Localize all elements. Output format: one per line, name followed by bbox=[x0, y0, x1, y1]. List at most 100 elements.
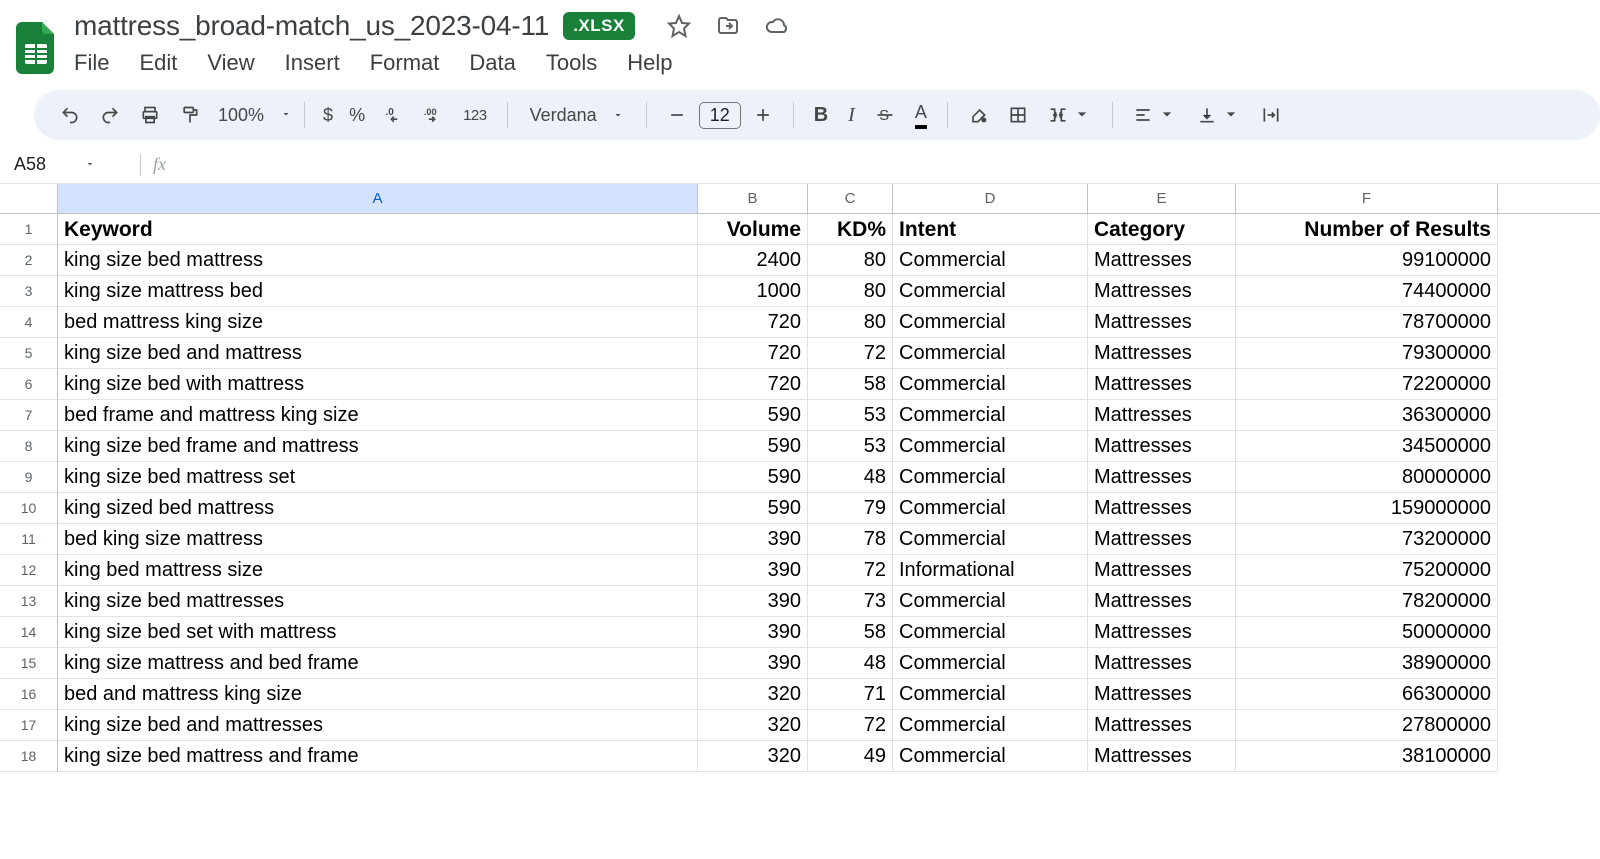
row-header[interactable]: 1 bbox=[0, 214, 58, 245]
zoom-dropdown[interactable]: 100% bbox=[212, 101, 292, 130]
spreadsheet-grid[interactable]: A B C D E F 123456789101112131415161718 … bbox=[0, 184, 1600, 772]
cell[interactable]: Commercial bbox=[893, 307, 1088, 338]
sheets-app-icon[interactable] bbox=[12, 18, 60, 78]
cell[interactable]: 720 bbox=[698, 338, 808, 369]
row-header[interactable]: 18 bbox=[0, 741, 58, 772]
borders-button[interactable] bbox=[1000, 99, 1036, 131]
cell[interactable]: 80 bbox=[808, 245, 893, 276]
cell[interactable]: 38100000 bbox=[1236, 741, 1498, 772]
menu-tools[interactable]: Tools bbox=[546, 50, 597, 76]
cell[interactable]: 390 bbox=[698, 524, 808, 555]
cell[interactable]: king size bed mattress set bbox=[58, 462, 698, 493]
cell[interactable]: Commercial bbox=[893, 338, 1088, 369]
table-row[interactable]: king size bed mattress240080CommercialMa… bbox=[58, 245, 1600, 276]
cell[interactable]: Mattresses bbox=[1088, 307, 1236, 338]
cell[interactable]: 49 bbox=[808, 741, 893, 772]
cell[interactable]: king size bed mattresses bbox=[58, 586, 698, 617]
cell[interactable]: king size mattress bed bbox=[58, 276, 698, 307]
cell[interactable]: Commercial bbox=[893, 245, 1088, 276]
increase-decimal-button[interactable]: .00 bbox=[415, 99, 451, 131]
cell[interactable]: king size bed frame and mattress bbox=[58, 431, 698, 462]
cell[interactable]: Commercial bbox=[893, 431, 1088, 462]
table-row[interactable]: king size bed set with mattress39058Comm… bbox=[58, 617, 1600, 648]
bold-button[interactable]: B bbox=[806, 98, 836, 133]
header-cell[interactable]: Category bbox=[1088, 214, 1236, 245]
table-row[interactable]: bed and mattress king size32071Commercia… bbox=[58, 679, 1600, 710]
cell[interactable]: 27800000 bbox=[1236, 710, 1498, 741]
cell[interactable]: 53 bbox=[808, 431, 893, 462]
cell[interactable]: king size bed set with mattress bbox=[58, 617, 698, 648]
currency-format-button[interactable]: $ bbox=[317, 101, 339, 130]
col-header-a[interactable]: A bbox=[58, 184, 698, 213]
name-box[interactable]: A58 bbox=[0, 154, 140, 175]
decrease-font-size-button[interactable] bbox=[659, 99, 695, 131]
header-cell[interactable]: Keyword bbox=[58, 214, 698, 245]
table-row[interactable]: bed mattress king size72080CommercialMat… bbox=[58, 307, 1600, 338]
cell[interactable]: 720 bbox=[698, 369, 808, 400]
cell[interactable]: 73200000 bbox=[1236, 524, 1498, 555]
cell[interactable]: 79 bbox=[808, 493, 893, 524]
cell[interactable]: 78700000 bbox=[1236, 307, 1498, 338]
print-button[interactable] bbox=[132, 99, 168, 131]
cell[interactable]: 590 bbox=[698, 493, 808, 524]
table-row[interactable]: king size bed with mattress72058Commerci… bbox=[58, 369, 1600, 400]
cell[interactable]: bed and mattress king size bbox=[58, 679, 698, 710]
row-header[interactable]: 5 bbox=[0, 338, 58, 369]
table-row[interactable]: king size bed and mattress72072Commercia… bbox=[58, 338, 1600, 369]
cell[interactable]: Mattresses bbox=[1088, 245, 1236, 276]
cell[interactable]: 80 bbox=[808, 307, 893, 338]
cell[interactable]: 720 bbox=[698, 307, 808, 338]
menu-file[interactable]: File bbox=[74, 50, 109, 76]
cell[interactable]: Commercial bbox=[893, 617, 1088, 648]
cell[interactable]: Mattresses bbox=[1088, 276, 1236, 307]
cell[interactable]: 78 bbox=[808, 524, 893, 555]
cell[interactable]: Commercial bbox=[893, 400, 1088, 431]
table-row[interactable]: king size mattress and bed frame39048Com… bbox=[58, 648, 1600, 679]
cell[interactable]: king size bed mattress bbox=[58, 245, 698, 276]
cell[interactable]: 58 bbox=[808, 617, 893, 648]
cell[interactable]: Mattresses bbox=[1088, 555, 1236, 586]
strikethrough-button[interactable]: S bbox=[867, 99, 903, 131]
cell[interactable]: Mattresses bbox=[1088, 648, 1236, 679]
cell[interactable]: Commercial bbox=[893, 741, 1088, 772]
cell[interactable]: 590 bbox=[698, 431, 808, 462]
row-header[interactable]: 16 bbox=[0, 679, 58, 710]
table-row[interactable]: bed frame and mattress king size59053Com… bbox=[58, 400, 1600, 431]
font-size-input[interactable]: 12 bbox=[699, 102, 741, 129]
undo-button[interactable] bbox=[52, 99, 88, 131]
cell[interactable]: 79300000 bbox=[1236, 338, 1498, 369]
row-header[interactable]: 15 bbox=[0, 648, 58, 679]
cell[interactable]: Mattresses bbox=[1088, 741, 1236, 772]
cell[interactable]: king bed mattress size bbox=[58, 555, 698, 586]
table-row[interactable]: king size mattress bed100080CommercialMa… bbox=[58, 276, 1600, 307]
cell[interactable]: 390 bbox=[698, 617, 808, 648]
cell[interactable]: 72 bbox=[808, 555, 893, 586]
cell[interactable]: 72 bbox=[808, 710, 893, 741]
table-row[interactable]: king size bed mattress set59048Commercia… bbox=[58, 462, 1600, 493]
row-header[interactable]: 12 bbox=[0, 555, 58, 586]
row-header[interactable]: 7 bbox=[0, 400, 58, 431]
move-to-folder-icon[interactable] bbox=[716, 14, 740, 38]
row-headers[interactable]: 123456789101112131415161718 bbox=[0, 214, 58, 772]
cloud-status-icon[interactable] bbox=[765, 14, 789, 38]
col-header-d[interactable]: D bbox=[893, 184, 1088, 213]
cell[interactable]: king size bed with mattress bbox=[58, 369, 698, 400]
cell[interactable]: Mattresses bbox=[1088, 586, 1236, 617]
increase-font-size-button[interactable] bbox=[745, 99, 781, 131]
cell[interactable]: Commercial bbox=[893, 369, 1088, 400]
col-header-c[interactable]: C bbox=[808, 184, 893, 213]
italic-button[interactable]: I bbox=[840, 98, 863, 133]
table-row[interactable]: king size bed frame and mattress59053Com… bbox=[58, 431, 1600, 462]
table-row[interactable]: bed king size mattress39078CommercialMat… bbox=[58, 524, 1600, 555]
cell[interactable]: Mattresses bbox=[1088, 462, 1236, 493]
cell[interactable]: 48 bbox=[808, 462, 893, 493]
cell[interactable]: Mattresses bbox=[1088, 679, 1236, 710]
cell[interactable]: 78200000 bbox=[1236, 586, 1498, 617]
header-cell[interactable]: Intent bbox=[893, 214, 1088, 245]
header-cell[interactable]: KD% bbox=[808, 214, 893, 245]
cell[interactable]: Commercial bbox=[893, 276, 1088, 307]
cell[interactable]: 320 bbox=[698, 679, 808, 710]
cell[interactable]: 590 bbox=[698, 462, 808, 493]
percent-format-button[interactable]: % bbox=[343, 101, 371, 130]
cell[interactable]: 50000000 bbox=[1236, 617, 1498, 648]
